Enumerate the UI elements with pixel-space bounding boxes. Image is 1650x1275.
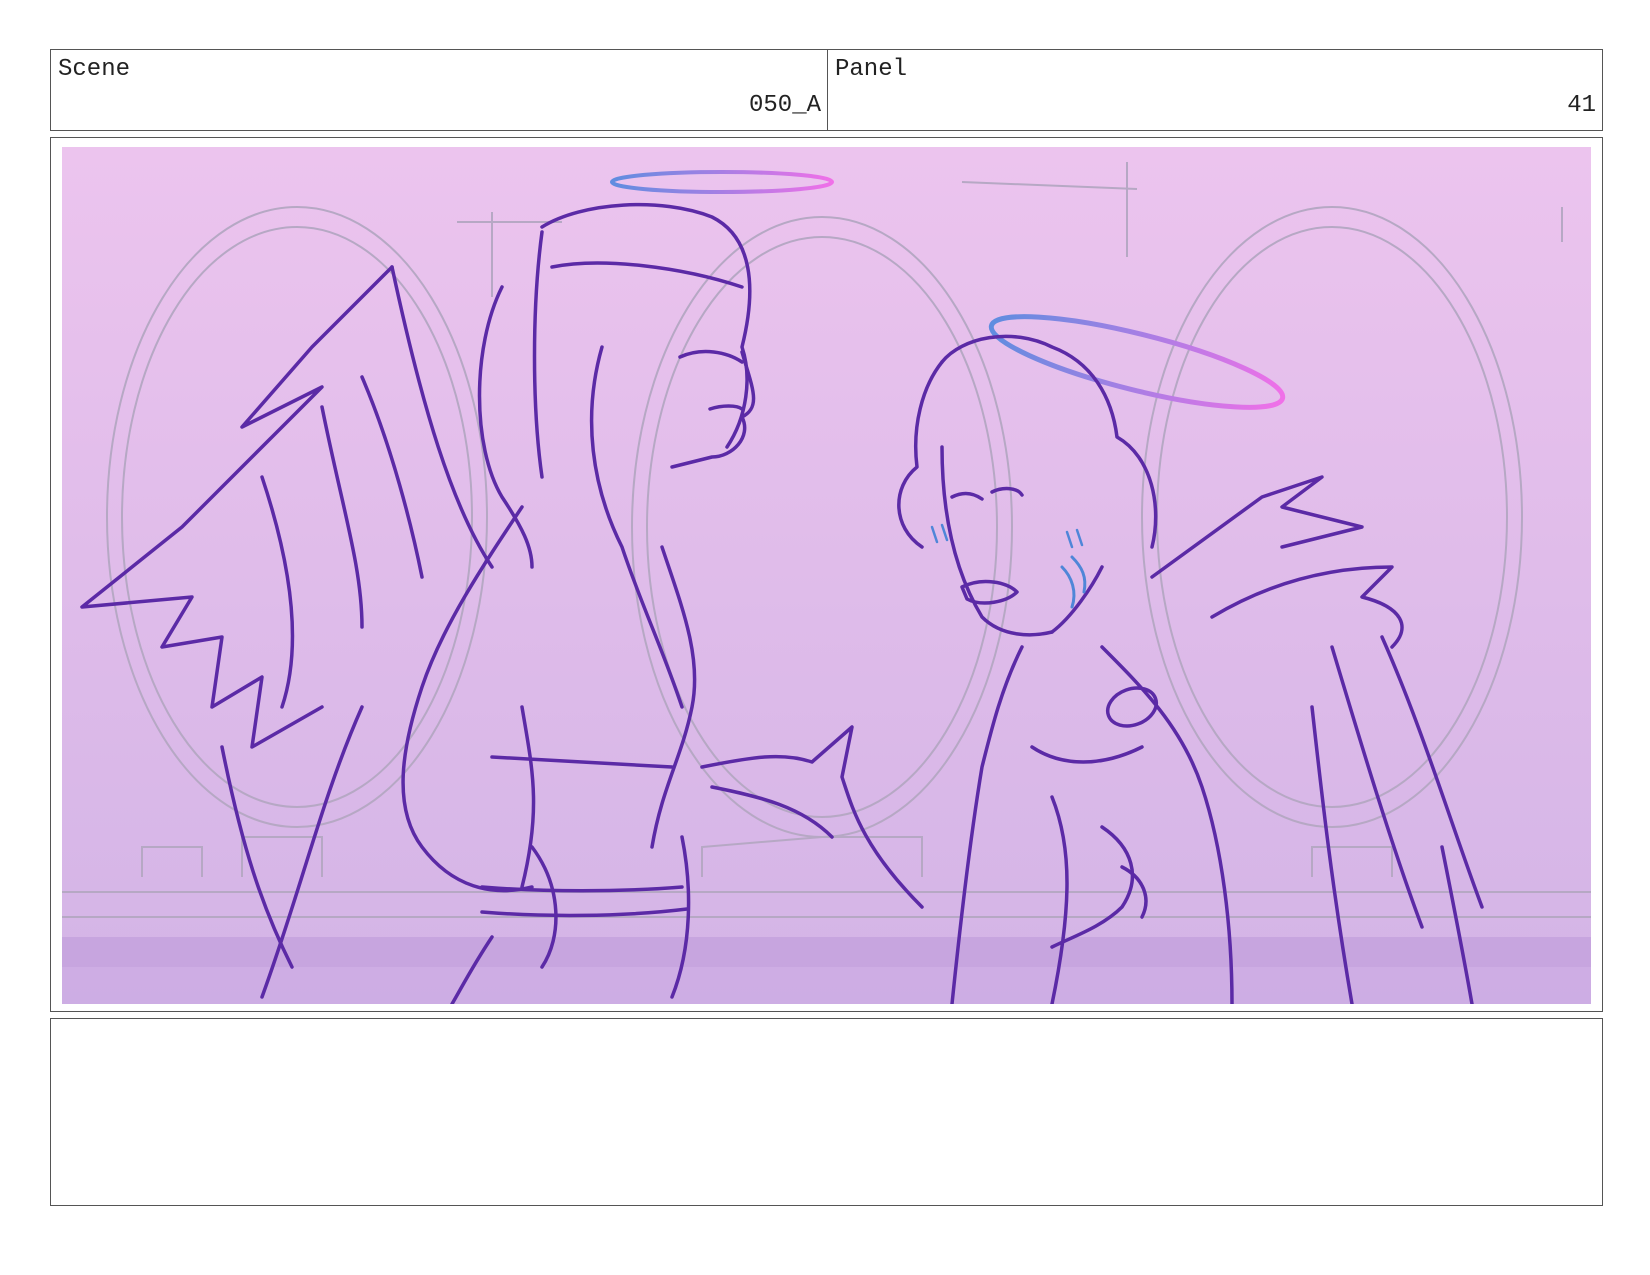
storyboard-frame — [50, 137, 1603, 1012]
scene-label: Scene — [58, 56, 131, 83]
panel-artwork — [62, 147, 1591, 1004]
panel-number: 41 — [1567, 92, 1596, 119]
floor-shadow — [62, 967, 1591, 1004]
scene-cell: Scene 050_A — [51, 50, 828, 130]
scene-number: 050_A — [748, 92, 821, 119]
sketch-illustration — [62, 147, 1591, 1004]
panel-cell: Panel 41 — [828, 50, 1602, 130]
panel-label: Panel — [835, 56, 908, 83]
storyboard-header: Scene 050_A Panel 41 — [50, 49, 1603, 131]
notes-box — [50, 1018, 1603, 1206]
background-gradient — [62, 147, 1591, 1004]
